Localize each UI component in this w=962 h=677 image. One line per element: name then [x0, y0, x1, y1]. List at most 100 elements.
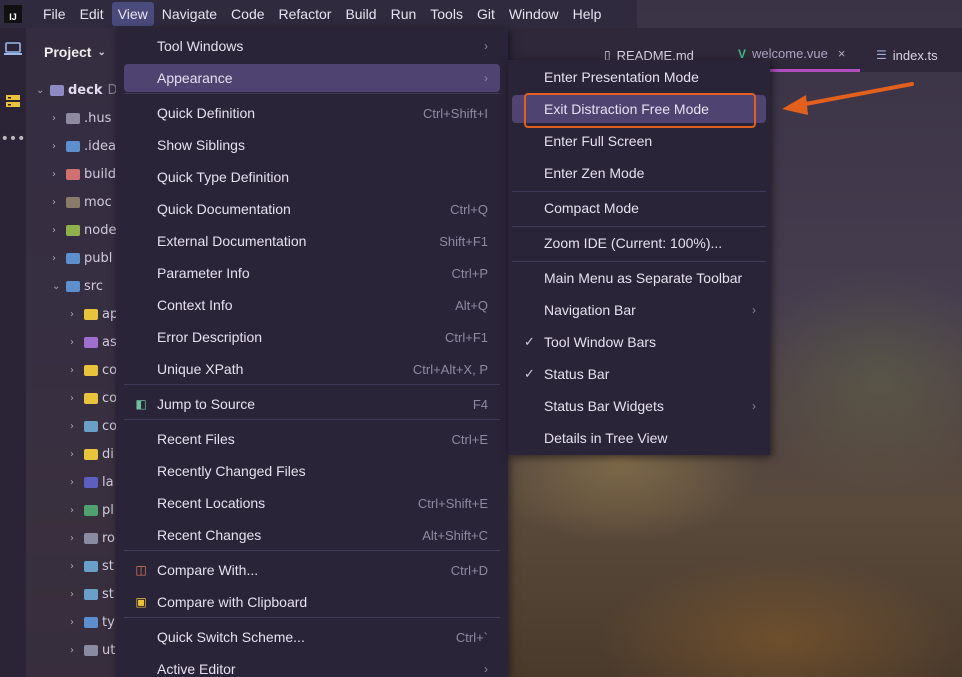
view-menu-item-unique-xpath[interactable]: Unique XPath Ctrl+Alt+X, P: [124, 355, 500, 383]
view-menu-item-recent-locations[interactable]: Recent Locations Ctrl+Shift+E: [124, 489, 500, 517]
chevron-down-icon[interactable]: ⌄: [52, 281, 66, 292]
tree-item[interactable]: › ut: [70, 639, 115, 661]
chevron-right-icon[interactable]: ›: [52, 225, 66, 236]
menu-refactor[interactable]: Refactor: [273, 2, 338, 26]
chevron-right-icon[interactable]: ›: [70, 561, 84, 572]
view-menu-item-quick-definition[interactable]: Quick Definition Ctrl+Shift+I: [124, 99, 500, 127]
tree-item[interactable]: › co: [70, 359, 117, 381]
view-menu-item-error-description[interactable]: Error Description Ctrl+F1: [124, 323, 500, 351]
chevron-right-icon[interactable]: ›: [70, 393, 84, 404]
view-menu-item-quick-switch-scheme[interactable]: Quick Switch Scheme... Ctrl+`: [124, 623, 500, 651]
appearance-item-status-bar-widgets[interactable]: Status Bar Widgets ›: [512, 392, 766, 420]
menu-view[interactable]: View: [111, 2, 154, 26]
appearance-item-status-bar[interactable]: ✓ Status Bar: [512, 360, 766, 388]
appearance-item-main-menu-as-separate-toolbar[interactable]: Main Menu as Separate Toolbar: [512, 264, 766, 292]
appearance-item-details-in-tree-view[interactable]: Details in Tree View: [512, 424, 766, 452]
view-menu-item-tool-windows[interactable]: Tool Windows ›: [124, 32, 500, 60]
appearance-item-enter-zen-mode[interactable]: Enter Zen Mode: [512, 159, 766, 187]
chevron-right-icon[interactable]: ›: [70, 533, 84, 544]
menu-item-label: Context Info: [157, 297, 233, 313]
appearance-item-navigation-bar[interactable]: Navigation Bar ›: [512, 296, 766, 324]
appearance-item-zoom-ide-current-100[interactable]: Zoom IDE (Current: 100%)...: [512, 229, 766, 257]
close-icon[interactable]: ×: [838, 46, 846, 61]
tree-item[interactable]: › publ: [52, 247, 112, 269]
checkmark-icon: ✓: [524, 366, 535, 381]
menu-item-shortcut: Ctrl+Alt+X, P: [412, 361, 488, 377]
tree-item[interactable]: › .idea: [52, 135, 116, 157]
tree-item[interactable]: › ap: [70, 303, 118, 325]
appearance-item-enter-presentation-mode[interactable]: Enter Presentation Mode: [512, 63, 766, 91]
tree-item[interactable]: › st: [70, 583, 114, 605]
tree-item-label: src: [84, 278, 103, 294]
tree-item[interactable]: ⌄ src: [52, 275, 103, 297]
menu-tools[interactable]: Tools: [424, 2, 469, 26]
tree-item[interactable]: › as: [70, 331, 117, 353]
menu-navigate[interactable]: Navigate: [156, 2, 223, 26]
chevron-right-icon[interactable]: ›: [70, 617, 84, 628]
chevron-right-icon[interactable]: ›: [70, 309, 84, 320]
view-menu-item-jump-to-source[interactable]: ◧ Jump to Source F4: [124, 390, 500, 418]
appearance-item-tool-window-bars[interactable]: ✓ Tool Window Bars: [512, 328, 766, 356]
tab-index-ts[interactable]: ☰ index.ts: [868, 38, 946, 72]
view-menu-item-parameter-info[interactable]: Parameter Info Ctrl+P: [124, 259, 500, 287]
chevron-right-icon[interactable]: ›: [52, 141, 66, 152]
menu-item-label: Recent Locations: [157, 495, 266, 511]
chevron-right-icon[interactable]: ›: [52, 253, 66, 264]
menu-item-label: Quick Switch Scheme...: [157, 629, 305, 645]
view-menu-item-compare-with[interactable]: ◫ Compare With... Ctrl+D: [124, 556, 500, 584]
chevron-right-icon[interactable]: ›: [52, 197, 66, 208]
tree-item[interactable]: › pl: [70, 499, 114, 521]
chevron-right-icon[interactable]: ›: [70, 645, 84, 656]
tree-item[interactable]: › la: [70, 471, 114, 493]
tree-item[interactable]: › ro: [70, 527, 115, 549]
view-menu-item-appearance[interactable]: Appearance ›: [124, 64, 500, 92]
menu-edit[interactable]: Edit: [74, 2, 110, 26]
chevron-right-icon[interactable]: ›: [70, 421, 84, 432]
chevron-right-icon[interactable]: ›: [70, 337, 84, 348]
menu-build[interactable]: Build: [339, 2, 382, 26]
chevron-right-icon[interactable]: ›: [70, 365, 84, 376]
view-menu-item-recently-changed-files[interactable]: Recently Changed Files: [124, 457, 500, 485]
menu-file[interactable]: File: [37, 2, 72, 26]
appearance-item-compact-mode[interactable]: Compact Mode: [512, 194, 766, 222]
chevron-right-icon[interactable]: ›: [52, 169, 66, 180]
menu-git[interactable]: Git: [471, 2, 501, 26]
project-tool-window-icon[interactable]: [3, 40, 23, 58]
chevron-right-icon[interactable]: ›: [70, 589, 84, 600]
menu-window[interactable]: Window: [503, 2, 565, 26]
tree-item-label: as: [102, 334, 117, 350]
tree-item[interactable]: › co: [70, 415, 117, 437]
tree-item[interactable]: › di: [70, 443, 114, 465]
tree-item[interactable]: › build: [52, 163, 116, 185]
tree-item[interactable]: › ty: [70, 611, 115, 633]
menu-help[interactable]: Help: [567, 2, 608, 26]
chevron-right-icon[interactable]: ›: [70, 449, 84, 460]
menu-code[interactable]: Code: [225, 2, 270, 26]
view-menu-item-recent-files[interactable]: Recent Files Ctrl+E: [124, 425, 500, 453]
more-tool-windows-icon[interactable]: •••: [1, 130, 26, 148]
appearance-item-enter-full-screen[interactable]: Enter Full Screen: [512, 127, 766, 155]
tree-item-label: co: [102, 362, 118, 378]
menu-run[interactable]: Run: [385, 2, 423, 26]
view-menu-item-quick-type-definition[interactable]: Quick Type Definition: [124, 163, 500, 191]
tree-root-deck[interactable]: ⌄ deck D: [36, 79, 118, 101]
chevron-right-icon[interactable]: ›: [70, 477, 84, 488]
view-menu-item-quick-documentation[interactable]: Quick Documentation Ctrl+Q: [124, 195, 500, 223]
view-menu-item-show-siblings[interactable]: Show Siblings: [124, 131, 500, 159]
project-panel-header[interactable]: Project ⌄: [26, 28, 116, 76]
chevron-right-icon: ›: [484, 662, 488, 676]
chevron-right-icon[interactable]: ›: [52, 113, 66, 124]
tree-item[interactable]: › st: [70, 555, 114, 577]
tree-item[interactable]: › node: [52, 219, 116, 241]
structure-tool-window-icon[interactable]: [3, 92, 23, 110]
view-menu-item-external-documentation[interactable]: External Documentation Shift+F1: [124, 227, 500, 255]
view-menu-item-context-info[interactable]: Context Info Alt+Q: [124, 291, 500, 319]
view-menu-item-compare-with-clipboard[interactable]: ▣ Compare with Clipboard: [124, 588, 500, 616]
chevron-right-icon[interactable]: ›: [70, 505, 84, 516]
view-menu-item-recent-changes[interactable]: Recent Changes Alt+Shift+C: [124, 521, 500, 549]
tree-item[interactable]: › co: [70, 387, 117, 409]
tree-item[interactable]: › .hus: [52, 107, 111, 129]
tree-item[interactable]: › moc: [52, 191, 112, 213]
menu-item-label: Unique XPath: [157, 361, 244, 377]
view-menu-item-active-editor[interactable]: Active Editor ›: [124, 655, 500, 677]
